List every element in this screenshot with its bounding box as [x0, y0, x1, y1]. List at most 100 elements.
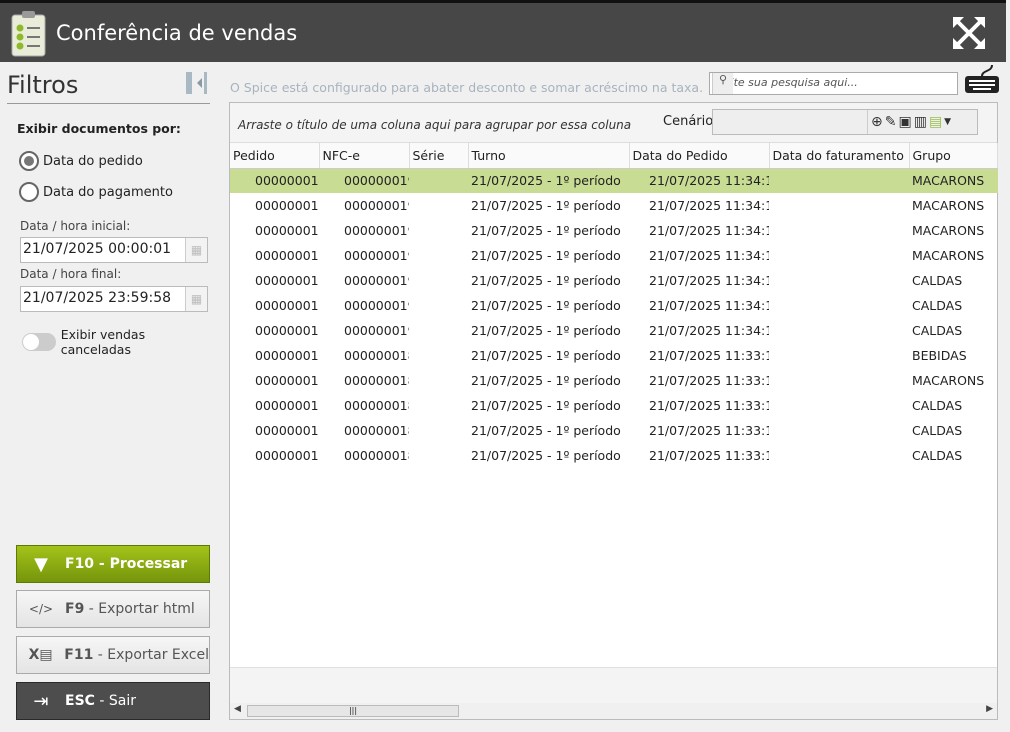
table-cell: CALDAS — [912, 448, 963, 463]
table-cell — [409, 218, 468, 243]
scroll-left-icon[interactable]: ◀ — [234, 704, 241, 714]
table-cell: 000000019 — [344, 248, 409, 263]
grid-toolbar: Arraste o título de uma coluna aqui para… — [230, 103, 997, 143]
table-cell: 21/07/2025 11:34:12 — [649, 298, 769, 313]
column-header[interactable]: Série — [409, 143, 469, 169]
table-cell — [409, 168, 468, 193]
column-header[interactable]: Grupo — [909, 143, 998, 169]
table-cell: 21/07/2025 11:33:10 — [649, 373, 769, 388]
table-cell: 000000019 — [230, 168, 319, 193]
radio-order-date[interactable]: Data do pedido — [19, 151, 143, 171]
table-row[interactable]: 00000001900000001921/07/2025 - 1º períod… — [230, 193, 998, 218]
search-icon[interactable]: ⚲ — [712, 73, 733, 94]
table-row[interactable]: 00000001900000001921/07/2025 - 1º períod… — [230, 168, 998, 193]
filter-icon: ▼ — [34, 553, 48, 575]
column-header[interactable]: NFC-e — [319, 143, 410, 169]
table-cell: 000000019 — [255, 298, 319, 313]
table-cell: 21/07/2025 11:33:10 — [649, 448, 769, 463]
search-input[interactable]: Digite sua pesquisa aqui... ⚲ — [709, 72, 958, 95]
table-row[interactable]: 00000001900000001921/07/2025 - 1º períod… — [230, 293, 998, 318]
table-cell: MACARONS — [909, 168, 998, 193]
calendar-icon[interactable]: ▦ — [185, 238, 207, 262]
table-cell — [409, 293, 468, 318]
scenario-select[interactable]: ⊕ ✎ ▣ ▥ ▤ ▼ — [712, 109, 978, 135]
show-by-label: Exibir documentos por: — [17, 121, 181, 136]
end-date-value: 21/07/2025 23:59:58 — [23, 290, 172, 306]
table-cell: 21/07/2025 - 1º período — [471, 198, 621, 213]
table-row[interactable]: 00000001900000001921/07/2025 - 1º períod… — [230, 268, 998, 293]
table-cell: 000000019 — [319, 168, 409, 193]
table-row[interactable]: 00000001900000001921/07/2025 - 1º períod… — [230, 318, 998, 343]
table-cell: 21/07/2025 - 1º período — [471, 298, 621, 313]
button-label: - Exportar Excel — [93, 647, 209, 663]
divider — [7, 103, 210, 104]
process-button[interactable]: ▼ F10 - Processar — [16, 545, 210, 583]
button-key: ESC — [65, 693, 95, 709]
table-cell — [409, 343, 468, 368]
table-cell: 000000018 — [344, 398, 409, 413]
start-date-label: Data / hora inicial: — [20, 219, 131, 233]
radio-payment-date[interactable]: Data do pagamento — [19, 182, 173, 202]
column-header[interactable]: Data do faturamento — [769, 143, 910, 169]
table-cell: 21/07/2025 - 1º período — [471, 323, 621, 338]
chevron-down-icon[interactable]: ▼ — [944, 117, 951, 127]
table-row[interactable]: 000000018 000000018 21/07/2025 - 1º períod… — [230, 393, 998, 418]
scrollbar-thumb[interactable]: ||| — [247, 705, 459, 717]
table-cell: 000000018 — [344, 348, 409, 363]
table-row[interactable]: 00000001900000001921/07/2025 - 1º períod… — [230, 218, 998, 243]
end-date-input[interactable]: 21/07/2025 23:59:58 ▦ — [20, 286, 208, 312]
start-date-input[interactable]: 21/07/2025 00:00:01 ▦ — [20, 237, 208, 263]
table-cell: 21/07/2025 11:34:12 — [649, 248, 769, 263]
table-row[interactable]: 000000018 000000018 21/07/2025 - 1º períod… — [230, 418, 998, 443]
button-key: F9 — [65, 601, 85, 617]
table-cell: MACARONS — [912, 223, 985, 238]
export-excel-button[interactable]: X▤ F11 - Exportar Excel — [16, 636, 210, 674]
exit-button[interactable]: ⇥ ESC - Sair — [16, 682, 210, 720]
radio-label: Data do pedido — [43, 153, 143, 169]
columns-icon[interactable]: ▤ — [929, 114, 942, 130]
table-cell: 21/07/2025 - 1º período — [471, 223, 621, 238]
add-icon[interactable]: ⊕ — [871, 114, 883, 130]
table-cell: 000000018 — [255, 348, 319, 363]
table-cell: 000000018 — [255, 373, 319, 388]
table-cell: 000000019 — [344, 223, 409, 238]
table-cell: MACARONS — [912, 373, 985, 388]
table-cell — [769, 293, 909, 318]
table-cell: 21/07/2025 - 1º período — [471, 248, 621, 263]
collapse-sidebar-icon[interactable] — [186, 72, 208, 94]
table-cell: 21/07/2025 11:34:12 — [649, 198, 769, 213]
discount-info-text: O Spice está configurado para abater des… — [230, 80, 704, 95]
table-row[interactable]: 000000018 000000018 21/07/2025 - 1º períod… — [230, 343, 998, 368]
delete-icon[interactable]: ▥ — [914, 114, 927, 130]
column-header[interactable]: Turno — [468, 143, 630, 169]
table-cell: 21/07/2025 - 1º período — [471, 398, 621, 413]
table-cell: 000000019 — [344, 198, 409, 213]
table-row[interactable]: 000000018 000000018 21/07/2025 - 1º períod… — [230, 443, 998, 468]
save-icon[interactable]: ▣ — [898, 114, 911, 130]
button-key: F10 — [65, 556, 95, 572]
table-row[interactable]: 00000001900000001921/07/2025 - 1º períod… — [230, 243, 998, 268]
title-bar: Conferência de vendas — [0, 0, 1006, 62]
table-cell: CALDAS — [912, 298, 963, 313]
column-header[interactable]: Pedido — [230, 143, 320, 169]
button-key: F11 — [64, 647, 94, 663]
end-date-label: Data / hora final: — [20, 267, 122, 281]
start-date-value: 21/07/2025 00:00:01 — [23, 241, 172, 257]
show-canceled-toggle[interactable]: Exibir vendas canceladas — [22, 327, 218, 357]
table-cell: 21/07/2025 - 1º período — [471, 273, 621, 288]
keyboard-icon[interactable] — [964, 64, 1000, 94]
horizontal-scrollbar[interactable]: ◀ ||| ▶ — [230, 703, 997, 719]
maximize-icon[interactable] — [953, 17, 985, 49]
table-cell: 21/07/2025 11:33:10 — [649, 423, 769, 438]
column-header[interactable]: Data do Pedido — [629, 143, 770, 169]
button-label: - Sair — [94, 693, 136, 709]
edit-icon[interactable]: ✎ — [885, 114, 897, 130]
scroll-right-icon[interactable]: ▶ — [986, 704, 993, 714]
table-row[interactable]: 000000018 000000018 21/07/2025 - 1º períod… — [230, 368, 998, 393]
table-cell: 21/07/2025 11:34:12 — [649, 223, 769, 238]
table-cell: 000000018 — [344, 373, 409, 388]
export-html-button[interactable]: </> F9 - Exportar html — [16, 590, 210, 628]
table-cell: 000000018 — [255, 398, 319, 413]
calendar-icon[interactable]: ▦ — [185, 287, 207, 311]
excel-icon: X▤ — [28, 647, 53, 663]
